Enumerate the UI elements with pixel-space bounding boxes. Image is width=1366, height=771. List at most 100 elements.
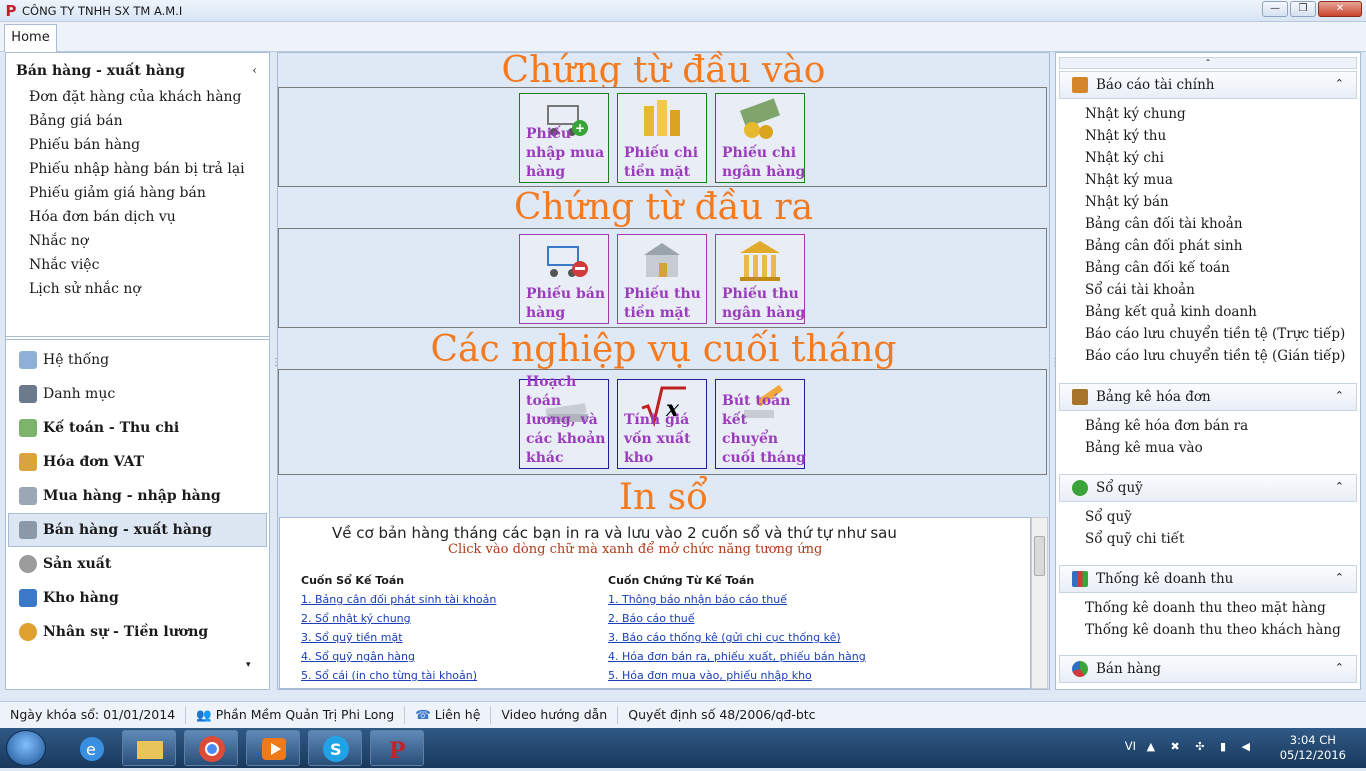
link-so-quy-ngan-hang[interactable]: 4. Sổ quỹ ngân hàng — [301, 650, 496, 669]
language-indicator[interactable]: VI — [1125, 739, 1136, 753]
left-item-phieu-giam-gia[interactable]: Phiếu giảm giá hàng bán — [29, 185, 245, 209]
nav-mua-hang[interactable]: Mua hàng - nhập hàng — [8, 479, 267, 513]
tile-phieu-ban-hang[interactable]: Phiếu bán hàng — [519, 234, 609, 324]
software-link[interactable]: 👥 Phần Mềm Quản Trị Phi Long — [186, 706, 406, 724]
accounting-icon — [19, 419, 37, 437]
phi-long-app-icon[interactable]: P — [370, 730, 424, 766]
nav-nhan-su[interactable]: Nhân sự - Tiền lương — [8, 615, 267, 649]
tile-phieu-chi-ngan-hang[interactable]: Phiếu chi ngân hàng — [715, 93, 805, 183]
chevron-up-icon[interactable]: ⌃ — [1335, 661, 1344, 674]
left-splitter[interactable]: ⋮ — [271, 358, 281, 380]
group-bao-cao-tai-chinh[interactable]: Báo cáo tài chính ⌃ — [1059, 71, 1357, 99]
link-bang-can-doi-phat-sinh[interactable]: 1. Bảng cân đối phát sinh tài khoản — [301, 593, 496, 612]
chevron-up-icon[interactable]: ⌃ — [1335, 571, 1344, 584]
report-bang-can-doi-ke-toan[interactable]: Bảng cân đối kế toán — [1085, 260, 1345, 282]
chevron-up-icon[interactable]: ⌃ — [1335, 389, 1344, 402]
report-ket-qua-kinh-doanh[interactable]: Bảng kết quả kinh doanh — [1085, 304, 1345, 326]
report-nhat-ky-mua[interactable]: Nhật ký mua — [1085, 172, 1345, 194]
report-so-quy[interactable]: Sổ quỹ — [1085, 509, 1184, 531]
left-item-nhac-viec[interactable]: Nhắc việc — [29, 257, 245, 281]
tile-phieu-thu-tien-mat[interactable]: Phiếu thu tiền mặt — [617, 234, 707, 324]
nav-danh-muc[interactable]: Danh mục — [8, 377, 267, 411]
report-bang-can-doi-tai-khoan[interactable]: Bảng cân đối tài khoản — [1085, 216, 1345, 238]
section-title-input-docs: Chứng từ đầu vào — [501, 50, 826, 91]
tile-phieu-chi-tien-mat[interactable]: Phiếu chi tiền mặt — [617, 93, 707, 183]
left-item-lich-su-nhac-no[interactable]: Lịch sử nhắc nợ — [29, 281, 245, 305]
group-thong-ke-doanh-thu[interactable]: Thống kê doanh thu ⌃ — [1059, 565, 1357, 593]
report-bang-ke-mua-vao[interactable]: Bảng kê mua vào — [1085, 440, 1248, 462]
left-item-phieu-nhap-tra-lai[interactable]: Phiếu nhập hàng bán bị trả lại — [29, 161, 245, 185]
panel-separator[interactable] — [6, 336, 269, 340]
report-nhat-ky-chung[interactable]: Nhật ký chung — [1085, 106, 1345, 128]
report-luu-chuyen-gian-tiep[interactable]: Báo cáo lưu chuyển tiền tệ (Gián tiếp) — [1085, 348, 1345, 370]
sales-icon — [19, 521, 37, 539]
close-button[interactable]: ✕ — [1318, 1, 1362, 17]
tile-but-toan-ket-chuyen[interactable]: Bút toán kết chuyển cuối tháng — [715, 379, 806, 469]
report-doanh-thu-mat-hang[interactable]: Thống kê doanh thu theo mặt hàng — [1085, 600, 1341, 622]
section-input-docs: + Phiếu nhập mua hàng Phiếu chi tiền mặt… — [278, 87, 1047, 187]
nav-san-xuat[interactable]: Sản xuất — [8, 547, 267, 581]
nav-ban-hang[interactable]: Bán hàng - xuất hàng — [8, 513, 267, 547]
nav-kho-hang[interactable]: Kho hàng — [8, 581, 267, 615]
left-item-bang-gia-ban[interactable]: Bảng giá bán — [29, 113, 245, 137]
report-bang-can-doi-phat-sinh[interactable]: Bảng cân đối phát sinh — [1085, 238, 1345, 260]
left-item-phieu-ban-hang[interactable]: Phiếu bán hàng — [29, 137, 245, 161]
tile-phieu-nhap-mua-hang[interactable]: + Phiếu nhập mua hàng — [519, 93, 609, 183]
left-item-don-dat-hang[interactable]: Đơn đặt hàng của khách hàng — [29, 89, 245, 113]
report-so-quy-chi-tiet[interactable]: Sổ quỹ chi tiết — [1085, 531, 1184, 553]
right-reports-panel: ⌃ Báo cáo tài chính ⌃ Nhật ký chung Nhật … — [1055, 52, 1361, 690]
report-nhat-ky-thu[interactable]: Nhật ký thu — [1085, 128, 1345, 150]
tray-icons[interactable]: ▲ ✖ ✣ ▮ ◀ — [1147, 740, 1256, 753]
video-guide-link[interactable]: Video hướng dẫn — [491, 706, 619, 724]
left-group-title: Bán hàng - xuất hàng — [16, 63, 185, 79]
left-item-nhac-no[interactable]: Nhắc nợ — [29, 233, 245, 257]
link-hoa-don-ban-ra[interactable]: 4. Hóa đơn bán ra, phiếu xuất, phiếu bán… — [608, 650, 866, 669]
tile-phieu-thu-ngan-hang[interactable]: Phiếu thu ngân hàng — [715, 234, 805, 324]
link-bao-cao-thue[interactable]: 2. Báo cáo thuế — [608, 612, 866, 631]
skype-icon[interactable]: S — [308, 730, 362, 766]
file-explorer-icon[interactable] — [122, 730, 176, 766]
group-so-quy[interactable]: Sổ quỹ ⌃ — [1059, 474, 1357, 502]
link-hoa-don-mua-vao[interactable]: 5. Hóa đơn mua vào, phiếu nhập kho — [608, 669, 866, 688]
tab-home[interactable]: Home — [4, 24, 57, 52]
report-luu-chuyen-truc-tiep[interactable]: Báo cáo lưu chuyển tiền tệ (Trực tiếp) — [1085, 326, 1345, 348]
collapse-chevron-icon[interactable]: ‹ — [252, 63, 257, 77]
warehouse-icon — [19, 589, 37, 607]
link-so-cai[interactable]: 5. Sổ cái (in cho từng tài khoản) — [301, 669, 496, 688]
in-so-instruction: Về cơ bản hàng tháng các bạn in ra và lư… — [332, 524, 897, 542]
left-item-hoa-don-dich-vu[interactable]: Hóa đơn bán dịch vụ — [29, 209, 245, 233]
contact-link[interactable]: ☎ Liên hệ — [405, 706, 492, 724]
media-player-icon[interactable] — [246, 730, 300, 766]
report-nhat-ky-ban[interactable]: Nhật ký bán — [1085, 194, 1345, 216]
tile-hoach-toan-luong[interactable]: Hoạch toán lương, và các khoản khác — [519, 374, 609, 469]
report-so-cai-tai-khoan[interactable]: Sổ cái tài khoản — [1085, 282, 1345, 304]
clock[interactable]: 3:04 CH 05/12/2016 — [1280, 733, 1346, 763]
in-so-scrollbar[interactable] — [1031, 517, 1048, 689]
right-splitter[interactable]: ⋮ — [1050, 358, 1060, 380]
link-bao-cao-thong-ke[interactable]: 3. Báo cáo thống kê (gửi chi cục thống k… — [608, 631, 866, 650]
tile-tinh-gia-von[interactable]: x Tính giá vốn xuất kho — [617, 379, 707, 469]
maximize-button[interactable]: ❐ — [1290, 1, 1316, 17]
nav-ke-toan[interactable]: Kế toán - Thu chi — [8, 411, 267, 445]
scrollbar-thumb[interactable] — [1034, 536, 1045, 576]
report-nhat-ky-chi[interactable]: Nhật ký chi — [1085, 150, 1345, 172]
link-so-quy-tien-mat[interactable]: 3. Sổ quỹ tiền mặt — [301, 631, 496, 650]
chevron-up-icon[interactable]: ⌃ — [1335, 480, 1344, 493]
scroll-up-icon[interactable]: ⌃ — [1059, 57, 1357, 69]
nav-he-thong[interactable]: Hệ thống — [8, 343, 267, 377]
report-doanh-thu-khach-hang[interactable]: Thống kê doanh thu theo khách hàng — [1085, 622, 1341, 644]
minimize-button[interactable]: — — [1262, 1, 1288, 17]
group-ban-hang[interactable]: Bán hàng ⌃ — [1059, 655, 1357, 683]
internet-explorer-icon[interactable]: e — [64, 730, 118, 766]
nav-hoa-don-vat[interactable]: Hóa đơn VAT — [8, 445, 267, 479]
shopping-cart-remove-icon — [547, 246, 588, 277]
start-button-icon[interactable] — [6, 730, 46, 766]
group-bang-ke-hoa-don[interactable]: Bảng kê hóa đơn ⌃ — [1059, 383, 1357, 411]
report-bang-ke-ban-ra[interactable]: Bảng kê hóa đơn bán ra — [1085, 418, 1248, 440]
nav-scroll-down-icon[interactable]: ▾ — [246, 660, 251, 670]
chrome-icon[interactable] — [184, 730, 238, 766]
link-so-nhat-ky-chung[interactable]: 2. Sổ nhật ký chung — [301, 612, 496, 631]
link-thong-bao-nhan-bao-cao-thue[interactable]: 1. Thông báo nhận báo cáo thuế — [608, 593, 866, 612]
chevron-up-icon[interactable]: ⌃ — [1335, 77, 1344, 90]
svg-text:S: S — [330, 740, 342, 759]
